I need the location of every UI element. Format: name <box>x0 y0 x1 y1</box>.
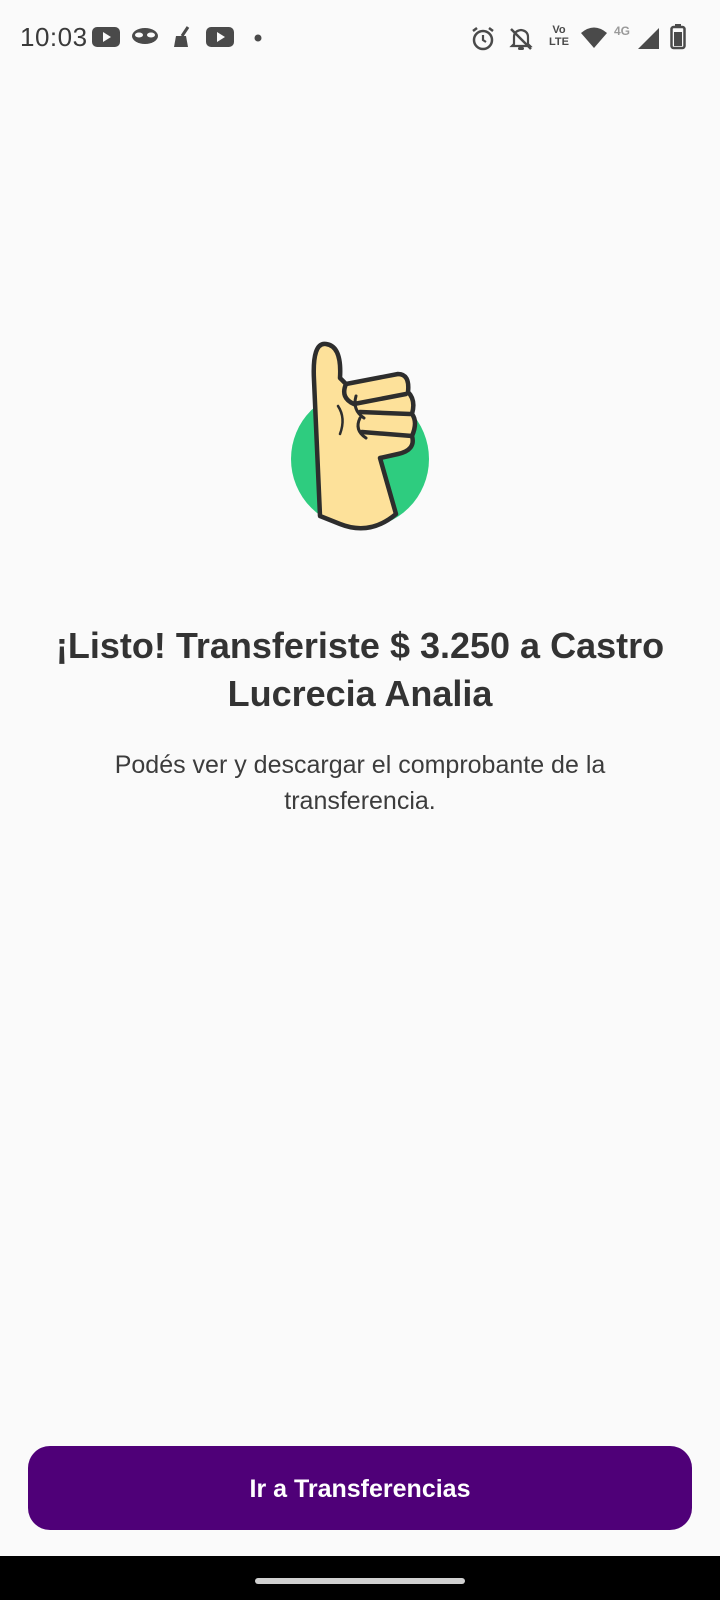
success-title: ¡Listo! Transferiste $ 3.250 a Castro Lu… <box>55 625 665 714</box>
thumbs-up-icon <box>280 336 440 536</box>
network-type-label: 4G <box>614 24 631 38</box>
battery-icon <box>670 24 686 55</box>
wifi-icon <box>580 26 608 55</box>
signal-icon <box>636 26 660 55</box>
status-time: 10:03 <box>20 22 88 52</box>
navigation-bar <box>0 1556 720 1600</box>
home-gesture-handle[interactable] <box>255 1578 465 1584</box>
dot-icon <box>253 26 263 53</box>
broom-icon <box>172 26 192 53</box>
volte-bottom-label: LTE <box>549 36 569 48</box>
status-bar: 10:03 Vo LTE 4G <box>0 0 720 78</box>
success-subtitle: Podés ver y descargar el comprobante de … <box>114 751 606 815</box>
youtube-icon <box>206 26 234 53</box>
volte-icon: Vo LTE <box>545 24 573 48</box>
alarm-icon <box>470 26 496 57</box>
mask-icon <box>131 26 159 53</box>
youtube-icon <box>92 26 120 53</box>
volte-top-label: Vo <box>552 24 566 36</box>
go-to-transfers-button[interactable]: Ir a Transferencias <box>28 1446 692 1530</box>
bell-off-icon <box>508 26 534 57</box>
